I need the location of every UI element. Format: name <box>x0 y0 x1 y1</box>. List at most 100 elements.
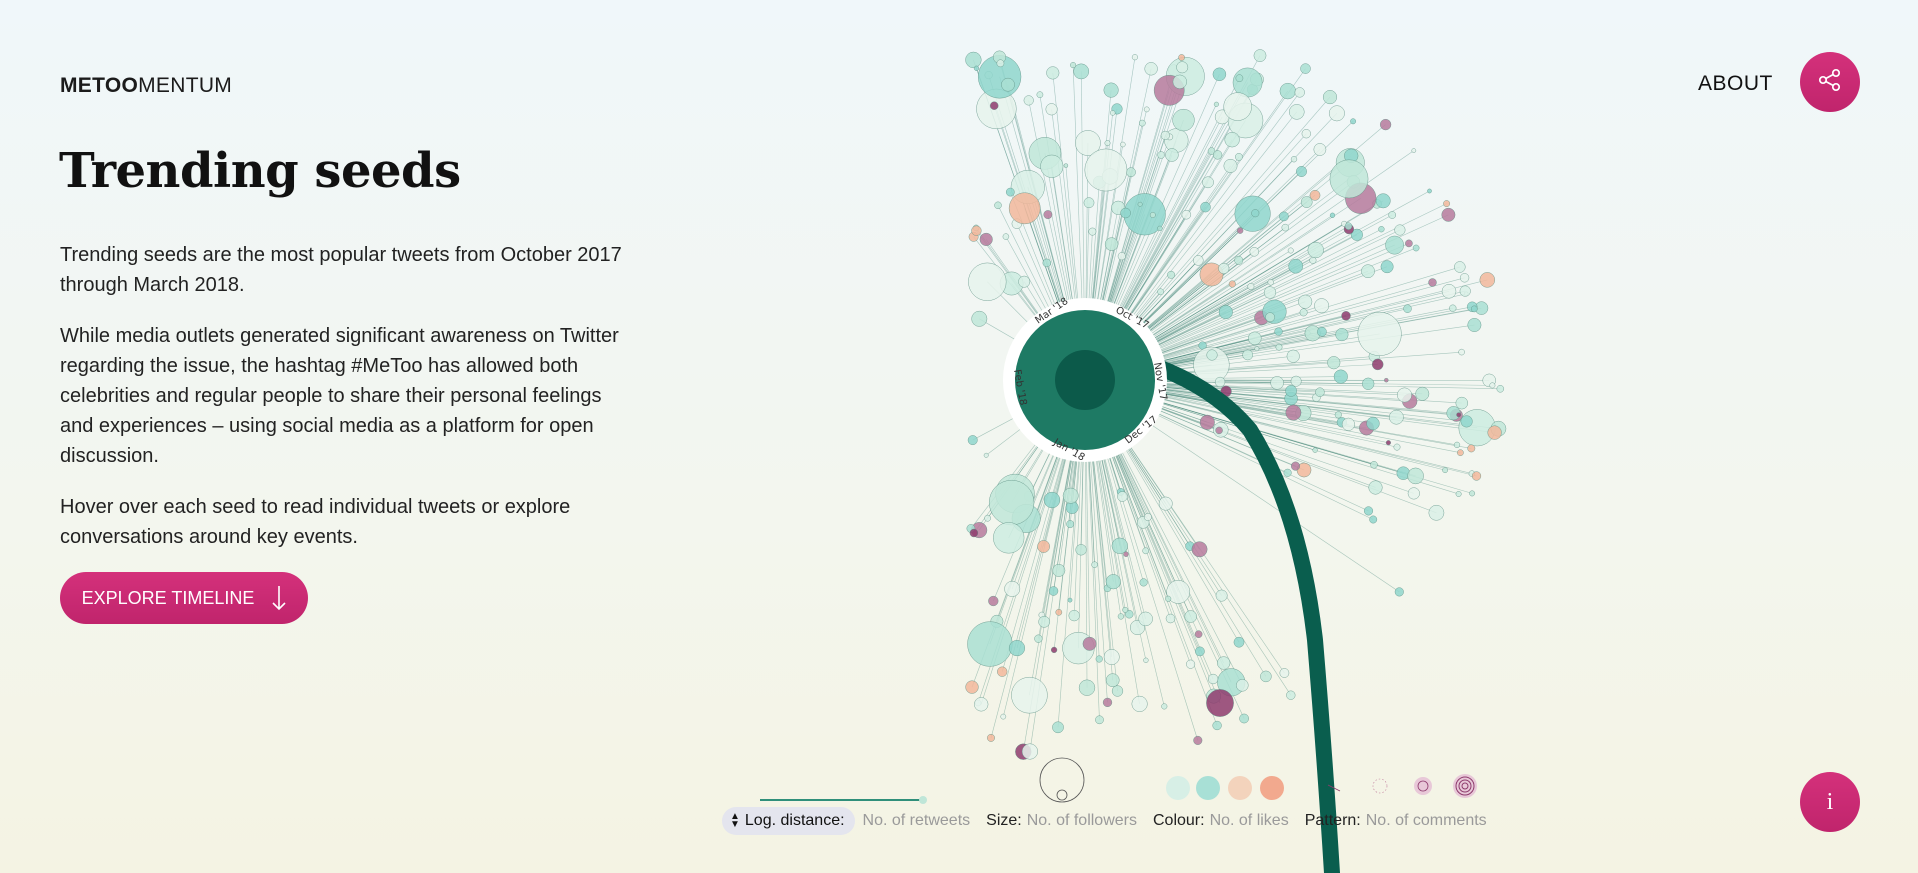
seed-head[interactable] <box>1283 468 1292 477</box>
seed-head[interactable] <box>1212 67 1227 81</box>
seed-head[interactable] <box>1385 440 1391 446</box>
seed-head[interactable] <box>1202 176 1214 189</box>
seed-head[interactable] <box>1313 143 1327 156</box>
seed-head[interactable] <box>1103 649 1120 665</box>
seed-head[interactable] <box>1131 54 1138 61</box>
seed-head[interactable] <box>1457 449 1464 457</box>
seed-head[interactable] <box>971 225 982 236</box>
seed-head[interactable] <box>1394 224 1406 236</box>
seed-head[interactable] <box>1218 305 1233 320</box>
seed-head[interactable] <box>1103 82 1119 98</box>
seed-head[interactable] <box>967 621 1013 667</box>
seed-head[interactable] <box>1038 616 1050 628</box>
seed-head[interactable] <box>1287 247 1294 254</box>
seed-head[interactable] <box>1131 695 1148 712</box>
seed-head[interactable] <box>1378 226 1385 233</box>
seed-head[interactable] <box>967 435 978 445</box>
seed-visualization[interactable]: Oct '17 Nov '17 Dec '17 Jan '18 Feb '18 … <box>960 40 1680 873</box>
seed-head[interactable] <box>1158 496 1173 511</box>
seed-head[interactable] <box>1215 426 1223 435</box>
seed-head[interactable] <box>1469 490 1475 497</box>
seed-head[interactable] <box>1388 211 1397 219</box>
seed-head[interactable] <box>1157 151 1165 159</box>
seed-head[interactable] <box>1199 414 1215 430</box>
seed-head[interactable] <box>1267 279 1274 286</box>
seed-head[interactable] <box>1048 586 1059 596</box>
seed-head[interactable] <box>1142 547 1149 555</box>
seed-head[interactable] <box>1489 382 1496 389</box>
seed-head[interactable] <box>1263 286 1277 299</box>
seed-head[interactable] <box>1000 713 1007 720</box>
seed-head[interactable] <box>1361 264 1375 278</box>
seed-head[interactable] <box>1004 581 1021 597</box>
seed-head[interactable] <box>1224 132 1240 148</box>
seed-head[interactable] <box>979 232 993 246</box>
seed-head[interactable] <box>965 51 982 69</box>
seed-head[interactable] <box>1070 62 1077 69</box>
seed-head[interactable] <box>1453 441 1461 449</box>
seed-head[interactable] <box>1372 358 1384 371</box>
seed-head[interactable] <box>1120 141 1126 148</box>
seed-head[interactable] <box>993 522 1025 554</box>
seed-head[interactable] <box>1165 148 1179 162</box>
seed-head[interactable] <box>1294 87 1305 98</box>
seed-head[interactable] <box>1279 211 1289 222</box>
seed-head[interactable] <box>1236 227 1244 234</box>
seed-head[interactable] <box>968 262 1007 301</box>
seed-head[interactable] <box>1043 210 1053 220</box>
seed-head[interactable] <box>1040 154 1064 178</box>
seed-head[interactable] <box>1176 61 1189 74</box>
seed-head[interactable] <box>1200 201 1211 213</box>
seed-head[interactable] <box>1018 275 1031 288</box>
seed-head[interactable] <box>1233 636 1245 648</box>
seed-head[interactable] <box>1143 106 1150 113</box>
seed-head[interactable] <box>1043 491 1061 509</box>
seed-head[interactable] <box>1228 280 1236 288</box>
seed-head[interactable] <box>1206 349 1218 361</box>
seed-head[interactable] <box>1403 304 1412 313</box>
seed-head[interactable] <box>1045 103 1058 116</box>
seed-head[interactable] <box>1008 192 1041 225</box>
seed-head[interactable] <box>1105 574 1121 590</box>
seed-head[interactable] <box>1375 193 1391 209</box>
seed-head[interactable] <box>1279 82 1296 100</box>
seed-head[interactable] <box>1314 298 1329 314</box>
seed-head[interactable] <box>1063 163 1069 168</box>
seed-head[interactable] <box>1443 200 1450 208</box>
seed-head[interactable] <box>1296 166 1307 177</box>
seed-head[interactable] <box>1213 150 1223 160</box>
seed-head[interactable] <box>1111 537 1128 554</box>
seed-head[interactable] <box>1095 715 1104 725</box>
seed-head[interactable] <box>1235 153 1243 161</box>
seed-head[interactable] <box>1002 233 1010 240</box>
seed-head[interactable] <box>1411 148 1417 153</box>
explore-timeline-button[interactable]: EXPLORE TIMELINE <box>60 572 308 624</box>
seed-head[interactable] <box>1384 378 1389 383</box>
seed-head[interactable] <box>1052 564 1066 577</box>
seed-head[interactable] <box>997 666 1008 677</box>
seed-head[interactable] <box>1137 201 1143 207</box>
seed-head[interactable] <box>1193 255 1204 266</box>
seed-head[interactable] <box>1370 461 1378 469</box>
seed-head[interactable] <box>1215 376 1226 388</box>
seed-head[interactable] <box>1122 607 1129 613</box>
seed-head[interactable] <box>1235 74 1244 83</box>
seed-head[interactable] <box>1223 159 1238 173</box>
seed-head[interactable] <box>1291 461 1301 471</box>
seed-head[interactable] <box>1344 222 1353 230</box>
seed-head[interactable] <box>1487 425 1502 440</box>
seed-head[interactable] <box>1441 207 1456 222</box>
seed-head[interactable] <box>1393 443 1401 451</box>
seed-head[interactable] <box>1329 212 1336 218</box>
seed-head[interactable] <box>1062 487 1079 504</box>
seed-head[interactable] <box>1281 223 1289 232</box>
seed-head[interactable] <box>1023 95 1034 106</box>
seed-head[interactable] <box>1120 207 1131 219</box>
seed-head[interactable] <box>1055 609 1063 616</box>
seed-head[interactable] <box>1249 247 1259 257</box>
seed-head[interactable] <box>1006 187 1015 197</box>
seed-head[interactable] <box>1455 491 1462 497</box>
seed-head[interactable] <box>1206 689 1234 717</box>
seed-head[interactable] <box>1104 140 1111 147</box>
seed-head[interactable] <box>1247 283 1255 290</box>
